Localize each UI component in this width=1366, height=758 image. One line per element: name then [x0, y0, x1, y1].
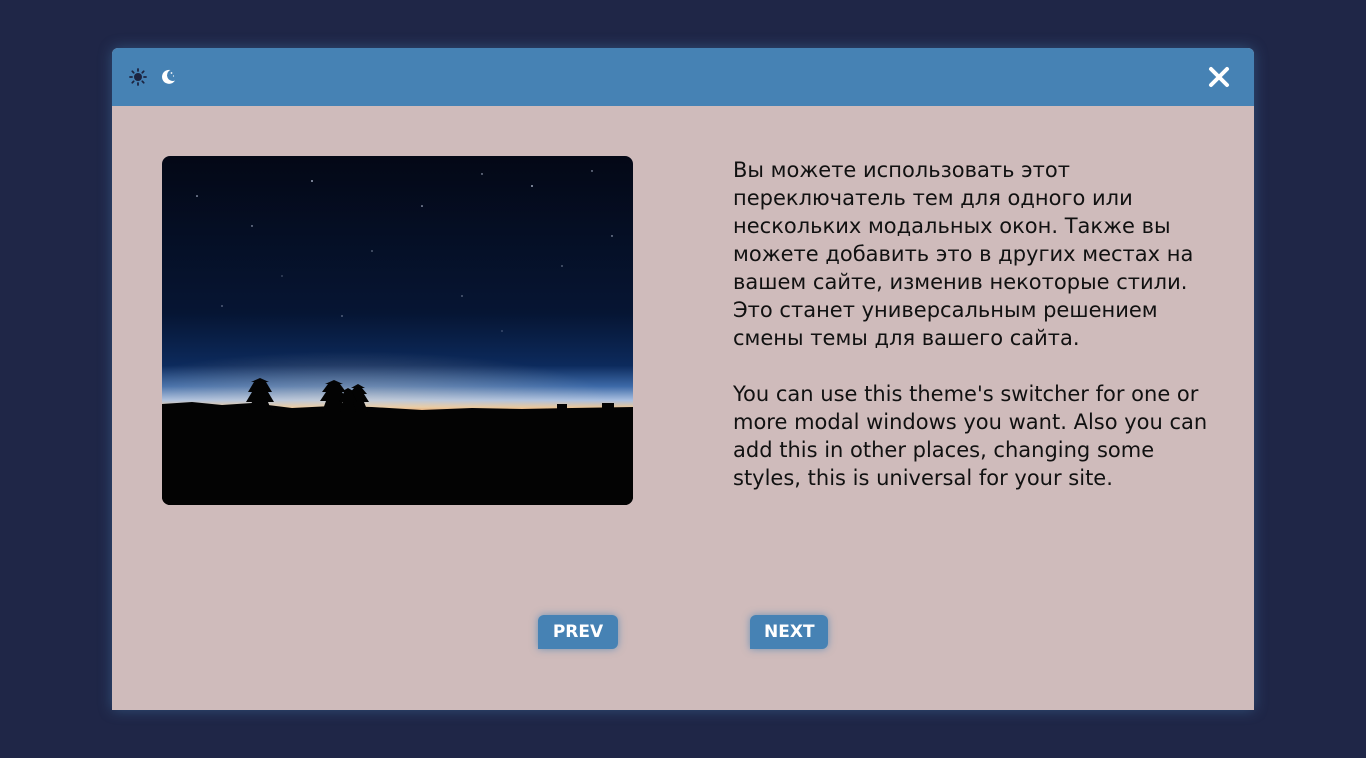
next-button[interactable]: NEXT [750, 615, 828, 649]
close-button[interactable] [1206, 64, 1232, 90]
dark-theme-button[interactable] [156, 65, 180, 89]
close-icon [1209, 67, 1229, 87]
prev-button[interactable]: PREV [538, 615, 618, 649]
moon-icon [162, 69, 175, 84]
light-theme-button[interactable] [126, 65, 150, 89]
night-sky-image [162, 156, 633, 505]
modal-window: Вы можете использовать этот переключател… [112, 48, 1254, 710]
sun-icon [129, 68, 147, 86]
night-sky-photo [162, 156, 633, 505]
modal-description: Вы можете использовать этот переключател… [733, 156, 1208, 492]
modal-header [112, 48, 1254, 106]
description-russian: Вы можете использовать этот переключател… [733, 158, 1194, 350]
description-english: You can use this theme's switcher for on… [733, 382, 1208, 490]
